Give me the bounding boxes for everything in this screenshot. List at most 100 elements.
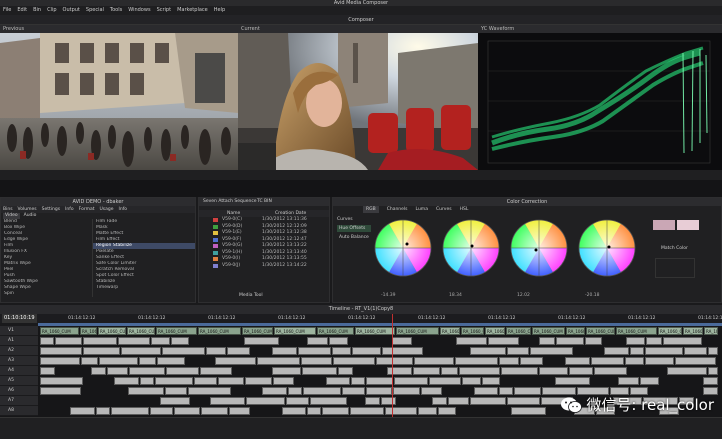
audio-clip[interactable]	[604, 347, 629, 355]
audio-clip[interactable]	[429, 377, 461, 385]
audio-clip[interactable]	[366, 377, 393, 385]
audio-clip[interactable]	[365, 397, 380, 405]
audio-clip[interactable]	[630, 347, 644, 355]
tab-info[interactable]: Info	[65, 206, 74, 213]
track-header[interactable]: A8	[0, 406, 38, 416]
audio-clip[interactable]	[157, 357, 185, 365]
audio-clip[interactable]	[206, 347, 226, 355]
menu-edit[interactable]: Edit	[17, 6, 27, 15]
audio-clip[interactable]	[448, 397, 469, 405]
menu-special[interactable]: Special	[86, 6, 104, 15]
audio-clip[interactable]	[40, 347, 82, 355]
audio-clip[interactable]	[351, 377, 365, 385]
audio-clip[interactable]	[456, 337, 487, 345]
match-color-grid[interactable]	[655, 258, 695, 278]
audio-clip[interactable]	[322, 407, 349, 415]
tab-volumes[interactable]: Volumes	[18, 206, 37, 213]
audio-clip[interactable]	[474, 387, 498, 395]
video-clip[interactable]: RA_1060_CUM	[461, 327, 484, 335]
audio-clip[interactable]	[40, 377, 83, 385]
audio-clip[interactable]	[530, 347, 573, 355]
match-color-label[interactable]: Match Color	[661, 244, 688, 253]
tab-channels[interactable]: Channels	[387, 206, 408, 213]
audio-clip[interactable]	[594, 367, 627, 375]
audio-clip[interactable]	[646, 337, 662, 345]
audio-clip[interactable]	[539, 337, 555, 345]
audio-clip[interactable]	[286, 397, 309, 405]
audio-clip[interactable]	[70, 407, 95, 415]
tab-curves[interactable]: Curves	[436, 206, 452, 213]
column-creation-date[interactable]: Creation Date	[275, 210, 306, 217]
video-clip[interactable]: RA_1060_CUM	[616, 327, 657, 335]
video-clip[interactable]: RA_1060_CUM	[355, 327, 395, 335]
audio-clip[interactable]	[376, 357, 413, 365]
audio-clip[interactable]	[227, 347, 250, 355]
sequence-bin-tab[interactable]: TC BIN	[257, 198, 272, 206]
audio-clip[interactable]	[303, 387, 341, 395]
track-header[interactable]: A2	[0, 346, 38, 356]
audio-clip[interactable]	[150, 407, 173, 415]
audio-clip[interactable]	[272, 347, 297, 355]
timeline-ruler[interactable]: 01:10:10:19 01:14:12:12 01:14:12:12 01:14:…	[0, 314, 722, 323]
audio-clip[interactable]	[298, 347, 331, 355]
audio-clip[interactable]	[708, 347, 718, 355]
audio-clip[interactable]	[272, 367, 301, 375]
audio-clip[interactable]	[645, 357, 674, 365]
record-transport-bar[interactable]	[238, 170, 478, 180]
video-clip[interactable]: RA_1060_CUM	[485, 327, 505, 335]
audio-clip[interactable]	[421, 387, 442, 395]
audio-clip[interactable]	[507, 397, 540, 405]
audio-clip[interactable]	[140, 377, 154, 385]
scope-control-bar[interactable]	[478, 170, 722, 180]
menu-bin[interactable]: Bin	[33, 6, 41, 15]
audio-clip[interactable]	[338, 367, 353, 375]
audio-clip[interactable]	[625, 357, 644, 365]
audio-clip[interactable]	[83, 337, 117, 345]
audio-clip[interactable]	[155, 377, 193, 385]
audio-clip[interactable]	[326, 377, 350, 385]
audio-clip[interactable]	[218, 377, 244, 385]
audio-clip[interactable]	[129, 367, 165, 375]
tab-bins[interactable]: Bins	[3, 206, 13, 213]
audio-clip[interactable]	[307, 407, 321, 415]
menu-help[interactable]: Help	[214, 6, 225, 15]
tab-format[interactable]: Format	[79, 206, 95, 213]
audio-clip[interactable]	[414, 357, 454, 365]
track-header[interactable]: A4	[0, 366, 38, 376]
timeline-track[interactable]: A5	[0, 376, 722, 386]
audio-clip[interactable]	[282, 407, 306, 415]
audio-clip[interactable]	[645, 347, 683, 355]
audio-clip[interactable]	[332, 347, 351, 355]
audio-clip[interactable]	[245, 377, 272, 385]
audio-clip[interactable]	[171, 337, 189, 345]
audio-clip[interactable]	[385, 407, 417, 415]
video-clip[interactable]: RA_1060_CUM	[274, 327, 316, 335]
audio-clip[interactable]	[302, 367, 337, 375]
audio-clip[interactable]	[381, 397, 396, 405]
audio-clip[interactable]	[387, 367, 412, 375]
audio-clip[interactable]	[459, 367, 500, 375]
audio-clip[interactable]	[703, 377, 718, 385]
tab-rgb[interactable]: RGB	[363, 206, 379, 213]
source-transport-bar[interactable]	[0, 170, 238, 180]
audio-clip[interactable]	[675, 357, 716, 365]
track-header[interactable]: A7	[0, 396, 38, 406]
match-color-swatch-left[interactable]	[653, 220, 675, 230]
audio-clip[interactable]	[333, 357, 375, 365]
audio-clip[interactable]	[165, 387, 187, 395]
audio-clip[interactable]	[514, 387, 541, 395]
audio-clip[interactable]	[174, 407, 200, 415]
audio-clip[interactable]	[350, 407, 384, 415]
timeline-track[interactable]: A1	[0, 336, 722, 346]
audio-clip[interactable]	[507, 347, 529, 355]
audio-clip[interactable]	[55, 337, 82, 345]
audio-clip[interactable]	[244, 337, 279, 345]
video-clip[interactable]: RA_1060_CUM	[98, 327, 126, 335]
video-clip[interactable]: RA_1060_CUM	[242, 327, 273, 335]
menu-script[interactable]: Script	[157, 6, 172, 15]
audio-clip[interactable]	[200, 367, 232, 375]
auto-balance-button[interactable]: Auto Balance	[337, 234, 371, 241]
menu-windows[interactable]: Windows	[128, 6, 150, 15]
audio-clip[interactable]	[114, 377, 139, 385]
audio-clip[interactable]	[166, 367, 199, 375]
